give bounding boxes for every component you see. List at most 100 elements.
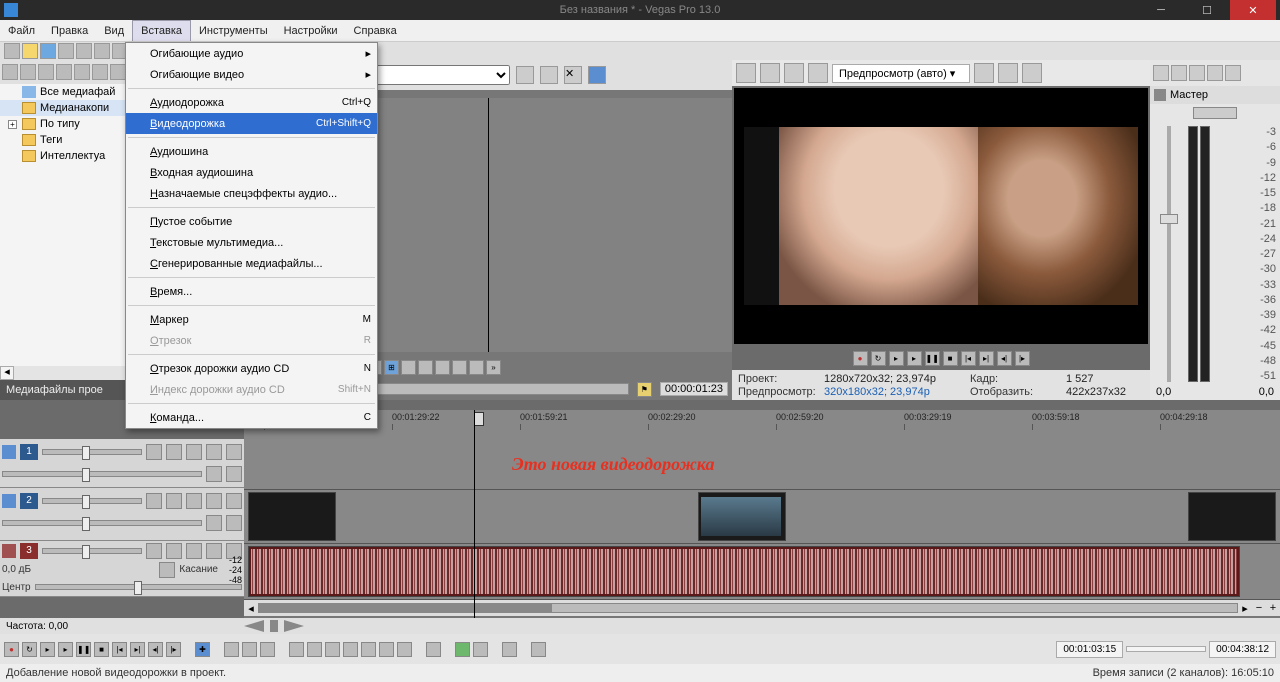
more-4-icon[interactable]	[452, 360, 467, 375]
tl-play-start-icon[interactable]: ▸	[40, 642, 55, 657]
master-fader[interactable]	[1154, 126, 1184, 382]
master-pan[interactable]	[1193, 107, 1237, 119]
tl-tool-b-icon[interactable]	[307, 642, 322, 657]
playhead-handle[interactable]	[474, 412, 484, 426]
media-remove-icon[interactable]	[56, 64, 72, 80]
track-solo-icon[interactable]	[226, 444, 242, 460]
track-vol-slider[interactable]	[42, 548, 142, 554]
track-motion-icon[interactable]	[206, 515, 222, 531]
tl-go-end-icon[interactable]: ▸|	[130, 642, 145, 657]
audio-clip[interactable]	[248, 546, 1240, 597]
menu-item[interactable]: Время...	[126, 281, 377, 302]
mixer-insert-icon[interactable]	[1171, 65, 1187, 81]
track-phase-icon[interactable]	[166, 543, 182, 559]
track-mute-icon[interactable]	[206, 543, 222, 559]
menu-item[interactable]: Пустое событие	[126, 211, 377, 232]
media-fx-icon[interactable]	[92, 64, 108, 80]
tl-go-start-icon[interactable]: |◂	[112, 642, 127, 657]
track-arm-icon[interactable]	[146, 543, 162, 559]
tl-tool-f-icon[interactable]	[379, 642, 394, 657]
new-icon[interactable]	[4, 43, 20, 59]
menu-item[interactable]: АудиодорожкаCtrl+Q	[126, 92, 377, 113]
track-comp-slider[interactable]	[2, 471, 202, 477]
pv-stop-icon[interactable]: ■	[943, 351, 958, 366]
speaker-icon[interactable]	[1154, 89, 1166, 101]
track-automation-icon[interactable]	[166, 493, 182, 509]
track-bypass-fx-icon[interactable]	[146, 444, 162, 460]
menu-item[interactable]: МаркерM	[126, 309, 377, 330]
more-5-icon[interactable]	[469, 360, 484, 375]
add-to-tl-icon[interactable]: ⊞	[384, 360, 399, 375]
menu-item[interactable]: ВидеодорожкаCtrl+Shift+Q	[126, 113, 377, 134]
maximize-button[interactable]: ☐	[1184, 0, 1230, 20]
track-more-icon[interactable]	[226, 466, 242, 482]
pv-start-icon[interactable]: |◂	[961, 351, 976, 366]
open-icon[interactable]	[22, 43, 38, 59]
timeline-track-3[interactable]	[244, 544, 1280, 600]
cut-icon[interactable]	[94, 43, 110, 59]
menu-item[interactable]: Огибающие видео▸	[126, 64, 377, 85]
tl-tool-a-icon[interactable]	[289, 642, 304, 657]
track-pan-slider[interactable]	[35, 584, 242, 590]
timeline-scroll[interactable]: ◂ ▸ − +	[244, 600, 1280, 616]
menu-правка[interactable]: Правка	[43, 20, 96, 41]
video-clip[interactable]	[248, 492, 336, 541]
tl-autoripple-icon[interactable]	[455, 642, 470, 657]
tl-next-frame-icon[interactable]: |▸	[166, 642, 181, 657]
pv-split-icon[interactable]	[784, 63, 804, 83]
track-mute-icon[interactable]	[206, 444, 222, 460]
scrub-control[interactable]	[244, 620, 304, 632]
pv-output-fx-icon[interactable]	[760, 63, 780, 83]
menu-item[interactable]: Сгенерированные медиафайлы...	[126, 253, 377, 274]
menu-файл[interactable]: Файл	[0, 20, 43, 41]
menu-item[interactable]: Отрезок дорожки аудио CDN	[126, 358, 377, 379]
mixer-dim-icon[interactable]	[1207, 65, 1223, 81]
track-comp-slider[interactable]	[2, 520, 202, 526]
timeline-ruler[interactable]: 0:59:2300:01:29:2200:01:59:2100:02:29:20…	[244, 410, 1280, 440]
menu-настройки[interactable]: Настройки	[276, 20, 346, 41]
close-button[interactable]: ✕	[1230, 0, 1276, 20]
track-fx-icon[interactable]	[186, 493, 202, 509]
tl-misc-icon[interactable]	[531, 642, 546, 657]
timeline-track-2[interactable]	[244, 490, 1280, 544]
touch-icon[interactable]	[159, 562, 175, 578]
tl-quantize-icon[interactable]	[502, 642, 517, 657]
menu-item[interactable]: Текстовые мультимедиа...	[126, 232, 377, 253]
save-icon[interactable]	[40, 43, 56, 59]
track-level-slider[interactable]	[42, 498, 142, 504]
pv-play-icon[interactable]: ▸	[907, 351, 922, 366]
trimmer-out-timecode[interactable]: 00:00:01:23	[660, 382, 728, 396]
pv-overlay-icon[interactable]	[974, 63, 994, 83]
render-icon[interactable]	[58, 43, 74, 59]
media-get-icon[interactable]	[38, 64, 54, 80]
normal-edit-tool-icon[interactable]: ✚	[195, 642, 210, 657]
trimmer-delete-icon[interactable]: ✕	[564, 66, 582, 84]
pv-pause-icon[interactable]: ❚❚	[925, 351, 940, 366]
pv-quality-icon[interactable]	[808, 63, 828, 83]
menu-item[interactable]: Назначаемые спецэффекты аудио...	[126, 183, 377, 204]
mixer-bus-icon[interactable]	[1189, 65, 1205, 81]
marker-flag2-icon[interactable]: ⚑	[637, 382, 652, 397]
tl-prev-frame-icon[interactable]: ◂|	[148, 642, 163, 657]
video-clip[interactable]	[698, 492, 786, 541]
menu-item[interactable]: Команда...C	[126, 407, 377, 428]
track-level-slider[interactable]	[42, 449, 142, 455]
record-icon[interactable]: ●	[853, 351, 868, 366]
trimmer-monitor-icon[interactable]	[588, 66, 606, 84]
media-views-icon[interactable]	[110, 64, 126, 80]
track-bypass-fx-icon[interactable]	[146, 493, 162, 509]
tl-tool-d-icon[interactable]	[343, 642, 358, 657]
track-mute-icon[interactable]	[206, 493, 222, 509]
trimmer-scrub[interactable]	[347, 383, 629, 395]
mixer-down-icon[interactable]	[1225, 65, 1241, 81]
menu-вид[interactable]: Вид	[96, 20, 132, 41]
pv-end-icon[interactable]: ▸|	[979, 351, 994, 366]
track-motion-icon[interactable]	[206, 466, 222, 482]
tl-loop-icon[interactable]: ↻	[22, 642, 37, 657]
selection-tool-icon[interactable]	[242, 642, 257, 657]
track-header-audio-3[interactable]: 3 0,0 дБ Касание -12-24-48 Центр	[0, 541, 244, 597]
pv-copy-icon[interactable]	[998, 63, 1018, 83]
preview-quality-select[interactable]: Предпросмотр (авто) ▾	[832, 64, 970, 83]
overflow-icon[interactable]: »	[486, 360, 501, 375]
trimmer-stream-icon[interactable]	[540, 66, 558, 84]
